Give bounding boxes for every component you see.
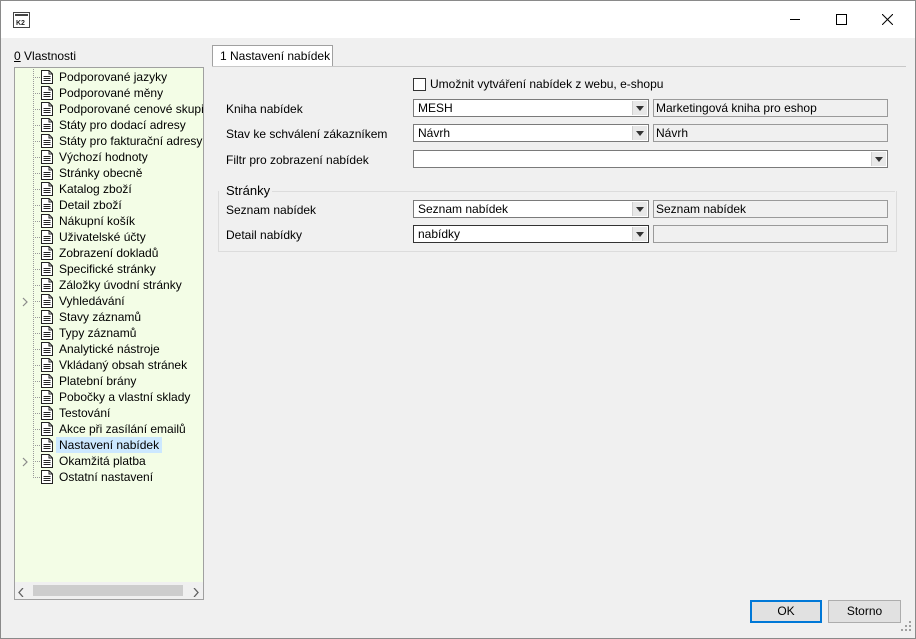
tree-item-label: Zobrazení dokladů <box>59 246 159 260</box>
tree-item-label: Uživatelské účty <box>59 230 146 244</box>
dropdown-arrow-icon[interactable] <box>632 126 647 140</box>
tree-item-label: Vkládaný obsah stránek <box>59 358 188 372</box>
tree-item-label: Podporované jazyky <box>59 70 168 84</box>
dropdown-arrow-icon[interactable] <box>632 202 647 216</box>
seznam-nabidek-value: Seznam nabídek <box>418 202 509 216</box>
detail-nabidky-value: nabídky <box>418 227 461 241</box>
scroll-left-icon[interactable] <box>18 586 24 599</box>
close-icon <box>881 14 893 25</box>
seznam-nabidek-description: Seznam nabídek <box>653 200 888 218</box>
kniha-nabidek-combo[interactable]: MESH <box>413 99 649 117</box>
tree-item-label: Katalog zboží <box>59 182 132 196</box>
scroll-right-icon[interactable] <box>193 586 199 599</box>
stav-schvaleni-label: Stav ke schválení zákazníkem <box>226 127 388 141</box>
tree-item-label: Akce při zasílání emailů <box>59 422 186 436</box>
dropdown-arrow-icon[interactable] <box>871 152 886 166</box>
tree-item-label: Specifické stránky <box>59 262 156 276</box>
allow-web-offers-checkbox[interactable] <box>413 78 426 91</box>
scroll-thumb[interactable] <box>33 585 183 596</box>
detail-nabidky-label: Detail nabídky <box>226 228 303 242</box>
tree-item-label: Podporované cenové skupiny <box>59 102 204 116</box>
tree-item-label: Pobočky a vlastní sklady <box>59 390 191 404</box>
tree-item-label: Státy pro fakturační adresy <box>59 134 203 148</box>
stav-schvaleni-description: Návrh <box>653 124 888 142</box>
tree-item-label: Okamžitá platba <box>59 454 146 468</box>
tree-item-label: Typy záznamů <box>59 326 137 340</box>
tree-item-label: Podporované měny <box>59 86 164 100</box>
tree-item-label: Testování <box>59 406 111 420</box>
tree-horizontal-scrollbar[interactable] <box>15 582 203 599</box>
properties-label-hotkey: 0 <box>14 49 21 63</box>
filtr-nabidek-label: Filtr pro zobrazení nabídek <box>226 153 369 167</box>
pages-group-top-border <box>272 191 895 192</box>
close-button[interactable] <box>864 1 910 38</box>
tree-item-label: Platební brány <box>59 374 137 388</box>
seznam-nabidek-combo[interactable]: Seznam nabídek <box>413 200 649 218</box>
resize-grip-icon[interactable] <box>901 620 911 634</box>
stav-schvaleni-combo[interactable]: Návrh <box>413 124 649 142</box>
tree-item-label: Ostatní nastavení <box>59 470 154 484</box>
pages-group-title: Stránky <box>226 183 271 198</box>
detail-nabidky-description <box>653 225 888 243</box>
maximize-icon <box>835 14 847 25</box>
tree-item-label: Státy pro dodací adresy <box>59 118 186 132</box>
tree-connector-lines <box>33 69 41 478</box>
maximize-button[interactable] <box>818 1 864 38</box>
tree-item-label: Vyhledávání <box>59 294 125 308</box>
tree-item-label: Nastavení nabídek <box>56 437 163 453</box>
svg-text:K2: K2 <box>16 20 25 27</box>
properties-tree[interactable]: Ostatní nastavení Okamžitá platba Nastaven… <box>14 67 204 600</box>
tree-item-label: Analytické nástroje <box>59 342 160 356</box>
kniha-nabidek-value: MESH <box>418 101 453 115</box>
tab-divider <box>212 66 906 67</box>
filtr-nabidek-combo[interactable] <box>413 150 888 168</box>
dropdown-arrow-icon[interactable] <box>632 101 647 115</box>
ok-button[interactable]: OK <box>750 600 822 623</box>
dialog-window: K2 0 Vlastnosti Ostatní nastavení Okamžit… <box>0 0 916 639</box>
tree-item-label: Výchozí hodnoty <box>59 150 148 164</box>
minimize-button[interactable] <box>772 1 818 38</box>
tree-item-label: Detail zboží <box>59 198 122 212</box>
seznam-nabidek-label: Seznam nabídek <box>226 203 317 217</box>
minimize-icon <box>789 14 801 25</box>
tree-item-label: Nákupní košík <box>59 214 136 228</box>
kniha-nabidek-description: Marketingová kniha pro eshop <box>653 99 888 117</box>
properties-label: 0 Vlastnosti <box>14 49 76 63</box>
tree-item-label: Stránky obecně <box>59 166 143 180</box>
kniha-nabidek-label: Kniha nabídek <box>226 102 303 116</box>
dropdown-arrow-icon[interactable] <box>632 227 647 241</box>
tab-nastaveni-nabidek[interactable]: 1 Nastavení nabídek <box>212 45 333 66</box>
detail-nabidky-combo[interactable]: nabídky <box>413 225 649 243</box>
stav-schvaleni-value: Návrh <box>418 126 451 140</box>
k2-app-icon: K2 <box>13 12 30 28</box>
allow-web-offers-label: Umožnit vytváření nabídek z webu, e-shop… <box>430 77 664 91</box>
properties-label-text: Vlastnosti <box>20 49 77 63</box>
cancel-button[interactable]: Storno <box>828 600 901 623</box>
tree-item-label: Záložky úvodní stránky <box>59 278 182 292</box>
title-bar: K2 <box>1 1 915 38</box>
tree-item-label: Stavy záznamů <box>59 310 142 324</box>
